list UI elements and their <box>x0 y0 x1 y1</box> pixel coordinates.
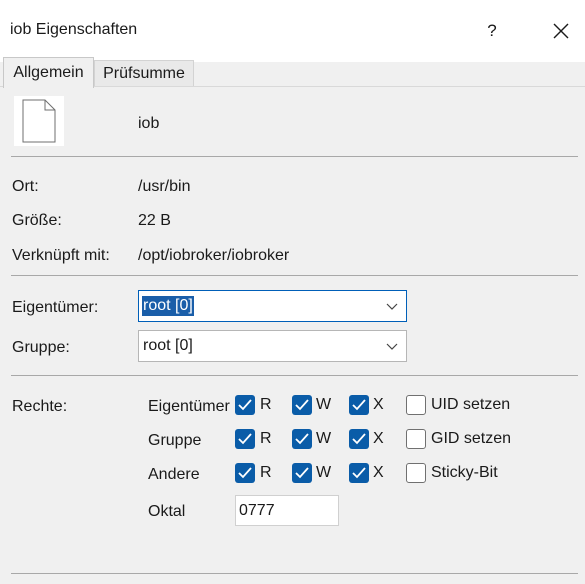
location-value: /usr/bin <box>138 178 191 195</box>
eigent-mer-special-label: UID setzen <box>431 396 511 413</box>
size-value: 22 B <box>138 212 171 229</box>
eigent-mer-write-checkbox[interactable] <box>292 395 312 415</box>
gruppe-write-checkbox[interactable] <box>292 429 312 449</box>
rights-label: Rechte: <box>12 398 68 415</box>
close-button[interactable] <box>546 14 576 48</box>
octal-input[interactable]: 0777 <box>235 495 339 526</box>
tab-allgemein[interactable]: Allgemein <box>3 57 94 88</box>
separator <box>11 275 578 276</box>
perm-row-label-eigent-mer: Eigentümer <box>148 398 230 415</box>
title-bar: iob Eigenschaften ? <box>0 0 585 62</box>
gruppe-write-label: W <box>316 430 332 447</box>
group-label: Gruppe: <box>12 339 70 356</box>
owner-label: Eigentümer: <box>12 299 99 316</box>
octal-value: 0777 <box>239 502 275 519</box>
group-dropdown-value: root [0] <box>143 337 193 354</box>
help-button[interactable]: ? <box>478 14 506 48</box>
eigent-mer-execute-label: X <box>373 396 384 413</box>
location-label: Ort: <box>12 178 39 195</box>
gruppe-read-checkbox[interactable] <box>235 429 255 449</box>
chevron-down-icon <box>386 343 398 350</box>
perm-row-label-andere: Andere <box>148 466 200 483</box>
gruppe-special-label: GID setzen <box>431 430 512 447</box>
eigent-mer-execute-checkbox[interactable] <box>349 395 369 415</box>
andere-read-checkbox[interactable] <box>235 463 255 483</box>
close-icon <box>553 23 569 39</box>
perm-row-label-gruppe: Gruppe <box>148 432 202 449</box>
chevron-down-icon <box>386 303 398 310</box>
andere-write-label: W <box>316 464 332 481</box>
andere-execute-checkbox[interactable] <box>349 463 369 483</box>
link-target-value: /opt/iobroker/iobroker <box>138 247 290 264</box>
size-label: Größe: <box>12 212 62 229</box>
window-title: iob Eigenschaften <box>10 21 138 38</box>
tab-pruefsumme[interactable]: Prüfsumme <box>94 60 194 86</box>
andere-special-label: Sticky-Bit <box>431 464 498 481</box>
owner-dropdown[interactable]: root [0] <box>138 290 407 322</box>
octal-label: Oktal <box>148 503 186 520</box>
gruppe-special-checkbox[interactable] <box>406 429 426 449</box>
gruppe-execute-label: X <box>373 430 384 447</box>
link-target-label: Verknüpft mit: <box>12 247 110 264</box>
group-dropdown[interactable]: root [0] <box>138 330 407 362</box>
separator <box>11 375 578 376</box>
eigent-mer-read-label: R <box>260 396 272 413</box>
separator <box>11 156 578 157</box>
eigent-mer-special-checkbox[interactable] <box>406 395 426 415</box>
eigent-mer-read-checkbox[interactable] <box>235 395 255 415</box>
file-icon <box>14 96 64 146</box>
andere-execute-label: X <box>373 464 384 481</box>
gruppe-execute-checkbox[interactable] <box>349 429 369 449</box>
andere-write-checkbox[interactable] <box>292 463 312 483</box>
eigent-mer-write-label: W <box>316 396 332 413</box>
separator <box>11 573 578 574</box>
owner-dropdown-value: root [0] <box>142 296 194 316</box>
gruppe-read-label: R <box>260 430 272 447</box>
andere-special-checkbox[interactable] <box>406 463 426 483</box>
file-name: iob <box>138 115 160 132</box>
andere-read-label: R <box>260 464 272 481</box>
